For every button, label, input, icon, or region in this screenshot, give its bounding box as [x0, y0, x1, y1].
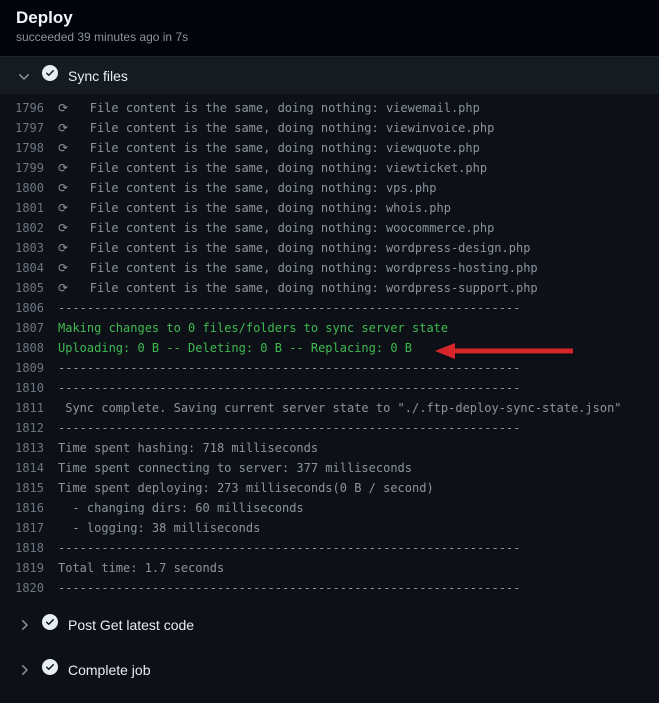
log-line: 1816 - changing dirs: 60 milliseconds [0, 498, 659, 518]
line-number: 1809 [0, 358, 58, 378]
log-text: Uploading: 0 B -- Deleting: 0 B -- Repla… [58, 338, 659, 358]
line-number: 1820 [0, 578, 58, 598]
line-number: 1817 [0, 518, 58, 538]
log-text: Sync complete. Saving current server sta… [58, 398, 659, 418]
line-number: 1803 [0, 238, 58, 258]
log-text: ⟳ File content is the same, doing nothin… [58, 98, 659, 118]
log-text: ----------------------------------------… [58, 578, 659, 598]
log-line: 1810------------------------------------… [0, 378, 659, 398]
log-text: ----------------------------------------… [58, 538, 659, 558]
log-text: ⟳ File content is the same, doing nothin… [58, 198, 659, 218]
log-text: - logging: 38 milliseconds [58, 518, 659, 538]
line-number: 1812 [0, 418, 58, 438]
line-number: 1806 [0, 298, 58, 318]
log-line: 1798⟳ File content is the same, doing no… [0, 138, 659, 158]
log-text: ⟳ File content is the same, doing nothin… [58, 158, 659, 178]
step-label: Complete job [68, 662, 151, 678]
log-line: 1806------------------------------------… [0, 298, 659, 318]
log-text: ⟳ File content is the same, doing nothin… [58, 138, 659, 158]
line-number: 1804 [0, 258, 58, 278]
log-text: Time spent connecting to server: 377 mil… [58, 458, 659, 478]
check-circle-icon [42, 65, 58, 86]
log-line: 1797⟳ File content is the same, doing no… [0, 118, 659, 138]
line-number: 1811 [0, 398, 58, 418]
log-line: 1808Uploading: 0 B -- Deleting: 0 B -- R… [0, 338, 659, 358]
log-line: 1811 Sync complete. Saving current serve… [0, 398, 659, 418]
log-line: 1814Time spent connecting to server: 377… [0, 458, 659, 478]
log-line: 1801⟳ File content is the same, doing no… [0, 198, 659, 218]
line-number: 1815 [0, 478, 58, 498]
line-number: 1819 [0, 558, 58, 578]
line-number: 1796 [0, 98, 58, 118]
step-post-get-latest-code[interactable]: Post Get latest code [0, 602, 659, 647]
run-status-subtitle: succeeded 39 minutes ago in 7s [16, 30, 643, 44]
log-line: 1813Time spent hashing: 718 milliseconds [0, 438, 659, 458]
page-title: Deploy [16, 8, 643, 28]
log-text: ⟳ File content is the same, doing nothin… [58, 258, 659, 278]
log-text: ----------------------------------------… [58, 358, 659, 378]
line-number: 1802 [0, 218, 58, 238]
line-number: 1805 [0, 278, 58, 298]
log-text: ----------------------------------------… [58, 378, 659, 398]
line-number: 1813 [0, 438, 58, 458]
log-text: - changing dirs: 60 milliseconds [58, 498, 659, 518]
check-circle-icon [42, 614, 58, 635]
log-line: 1800⟳ File content is the same, doing no… [0, 178, 659, 198]
line-number: 1814 [0, 458, 58, 478]
log-line: 1818------------------------------------… [0, 538, 659, 558]
chevron-right-icon [16, 617, 32, 633]
chevron-right-icon [16, 662, 32, 678]
log-line: 1807Making changes to 0 files/folders to… [0, 318, 659, 338]
step-label: Post Get latest code [68, 617, 194, 633]
line-number: 1810 [0, 378, 58, 398]
line-number: 1797 [0, 118, 58, 138]
log-text: ----------------------------------------… [58, 418, 659, 438]
chevron-down-icon [16, 68, 32, 84]
log-text: Time spent deploying: 273 milliseconds(0… [58, 478, 659, 498]
log-line: 1803⟳ File content is the same, doing no… [0, 238, 659, 258]
log-line: 1819Total time: 1.7 seconds [0, 558, 659, 578]
log-text: Making changes to 0 files/folders to syn… [58, 318, 659, 338]
log-line: 1796⟳ File content is the same, doing no… [0, 98, 659, 118]
log-text: ⟳ File content is the same, doing nothin… [58, 178, 659, 198]
check-circle-icon [42, 659, 58, 680]
log-text: Time spent hashing: 718 milliseconds [58, 438, 659, 458]
log-line: 1820------------------------------------… [0, 578, 659, 598]
line-number: 1816 [0, 498, 58, 518]
log-line: 1799⟳ File content is the same, doing no… [0, 158, 659, 178]
line-number: 1800 [0, 178, 58, 198]
line-number: 1807 [0, 318, 58, 338]
log-text: ----------------------------------------… [58, 298, 659, 318]
line-number: 1799 [0, 158, 58, 178]
line-number: 1798 [0, 138, 58, 158]
log-text: ⟳ File content is the same, doing nothin… [58, 278, 659, 298]
log-line: 1812------------------------------------… [0, 418, 659, 438]
log-line: 1809------------------------------------… [0, 358, 659, 378]
line-number: 1801 [0, 198, 58, 218]
step-sync-files[interactable]: Sync files [0, 57, 659, 94]
log-line: 1804⟳ File content is the same, doing no… [0, 258, 659, 278]
log-text: ⟳ File content is the same, doing nothin… [58, 218, 659, 238]
workflow-header: Deploy succeeded 39 minutes ago in 7s [0, 0, 659, 56]
log-text: ⟳ File content is the same, doing nothin… [58, 238, 659, 258]
line-number: 1818 [0, 538, 58, 558]
log-line: 1805⟳ File content is the same, doing no… [0, 278, 659, 298]
log-line: 1802⟳ File content is the same, doing no… [0, 218, 659, 238]
step-complete-job[interactable]: Complete job [0, 647, 659, 692]
log-output: 1796⟳ File content is the same, doing no… [0, 94, 659, 602]
log-text: ⟳ File content is the same, doing nothin… [58, 118, 659, 138]
log-line: 1817 - logging: 38 milliseconds [0, 518, 659, 538]
log-line: 1815Time spent deploying: 273 millisecon… [0, 478, 659, 498]
step-title: Sync files [68, 68, 128, 84]
line-number: 1808 [0, 338, 58, 358]
log-text: Total time: 1.7 seconds [58, 558, 659, 578]
